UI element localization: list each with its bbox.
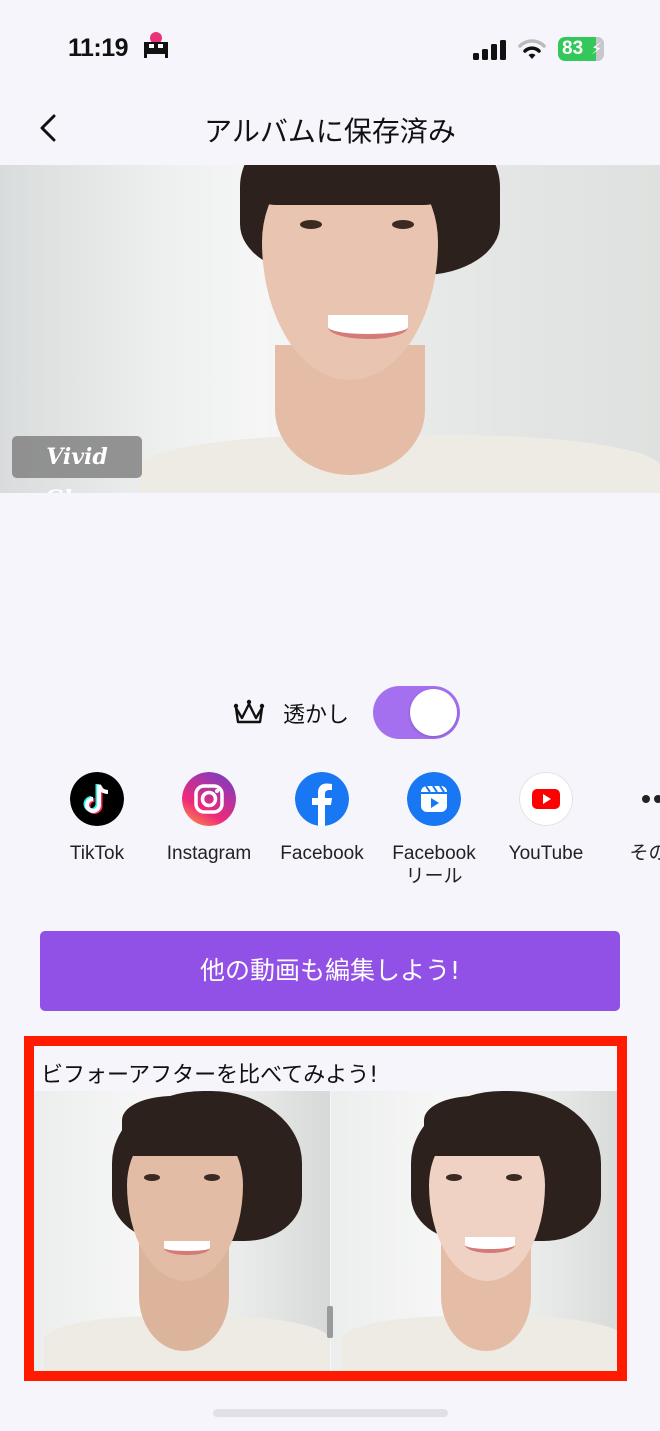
- share-instagram[interactable]: Instagram: [153, 772, 265, 865]
- share-facebook[interactable]: Facebook: [266, 772, 378, 865]
- video-preview[interactable]: Vivid Glam: [0, 165, 660, 493]
- battery-indicator: 83 ⚡: [558, 37, 604, 61]
- share-label: YouTube: [508, 843, 584, 864]
- share-label: Facebook リール: [392, 843, 476, 887]
- share-label: その他: [629, 843, 660, 864]
- facebook-reels-icon: [407, 772, 461, 826]
- navigation-bar: アルバムに保存済み: [0, 90, 660, 165]
- watermark-toggle[interactable]: [373, 686, 460, 739]
- instagram-icon: [182, 772, 236, 826]
- share-label: TikTok: [69, 843, 125, 864]
- cellular-signal-icon: [473, 40, 506, 60]
- status-time: 11:19: [68, 34, 129, 62]
- watermark-toggle-row: 透かし: [0, 686, 660, 740]
- share-youtube[interactable]: YouTube: [490, 772, 602, 865]
- wifi-icon: [518, 39, 546, 59]
- toggle-knob: [410, 689, 457, 736]
- more-icon: [642, 795, 660, 803]
- facebook-icon: [295, 772, 349, 826]
- compare-photos[interactable]: [34, 1091, 617, 1371]
- compare-title: ビフォーアフターを比べてみよう!: [41, 1063, 379, 1088]
- sleep-bed-icon: [144, 32, 168, 58]
- page-title: アルバムに保存済み: [204, 115, 456, 148]
- after-image: [331, 1091, 617, 1371]
- share-tiktok[interactable]: TikTok: [41, 772, 153, 865]
- share-label: Facebook: [280, 843, 364, 864]
- status-bar: 11:19 83 ⚡: [0, 0, 660, 90]
- before-image: [34, 1091, 330, 1371]
- home-indicator[interactable]: [213, 1409, 448, 1417]
- watermark-badge: Vivid Glam: [12, 436, 142, 493]
- share-more[interactable]: その他: [602, 772, 660, 865]
- charging-bolt-icon: ⚡: [591, 39, 603, 58]
- share-row: TikTok Instagram Facebook Facebook リール Y…: [0, 772, 660, 902]
- share-label: Instagram: [166, 843, 252, 864]
- watermark-label: 透かし: [283, 703, 350, 728]
- youtube-icon: [519, 772, 573, 826]
- battery-percent: 83: [562, 38, 584, 59]
- before-after-compare[interactable]: ビフォーアフターを比べてみよう!: [24, 1036, 627, 1381]
- crown-icon: [233, 699, 265, 724]
- tiktok-icon: [70, 772, 124, 826]
- edit-another-video-button[interactable]: 他の動画も編集しよう!: [40, 931, 620, 1011]
- share-facebook-reels[interactable]: Facebook リール: [378, 772, 490, 888]
- compare-slider-handle[interactable]: [327, 1306, 333, 1338]
